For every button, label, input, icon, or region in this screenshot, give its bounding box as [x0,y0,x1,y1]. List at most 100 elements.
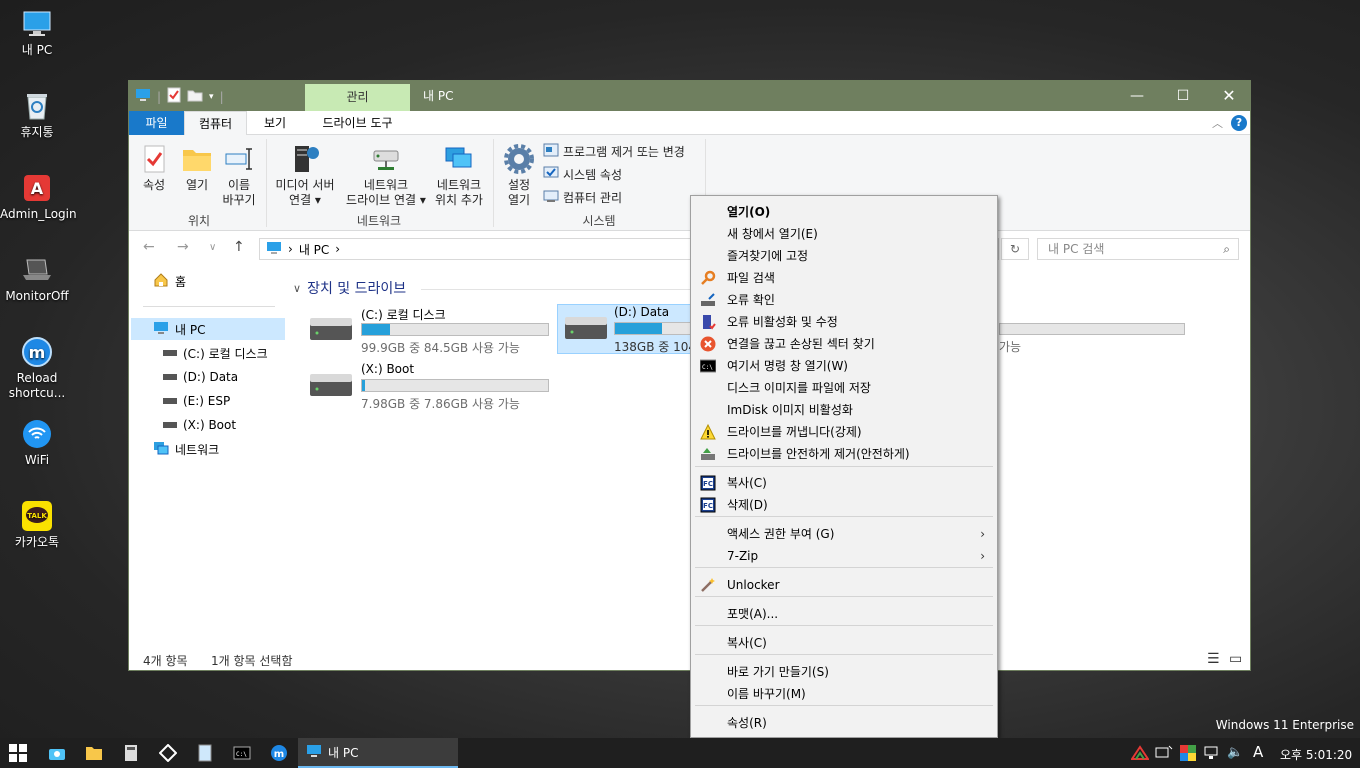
refresh-button[interactable]: ↻ [1001,238,1029,260]
context-menu-item[interactable]: 액세스 권한 부여 (G) › [691,523,997,545]
nav-item-drive-d[interactable]: (D:) Data [163,366,238,388]
network-tray-icon[interactable] [1203,744,1221,762]
open-button[interactable]: 열기 [177,143,217,193]
details-view-icon[interactable]: ☰ [1207,651,1220,667]
clock[interactable]: 오후 5:01:20 [1280,746,1352,763]
system-properties-button[interactable]: 시스템 속성 [543,166,622,183]
calculator-icon[interactable] [122,744,140,762]
nav-item-network[interactable]: 네트워크 [153,438,219,460]
context-menu-item[interactable]: 속성(R) [691,712,997,734]
context-menu-item[interactable]: 즐겨찾기에 고정 [691,245,997,267]
context-menu-item[interactable]: FC 삭제(D) [691,494,997,516]
context-menu-item[interactable]: 이름 바꾸기(M) [691,683,997,705]
tray-app-icon[interactable] [1130,744,1150,762]
context-menu-item[interactable]: 드라이브를 꺼냅니다(강제) [691,421,997,443]
desktop-icon-admin-login[interactable]: A Admin_Login [0,172,77,222]
tray-color-icon[interactable] [1179,744,1197,762]
drive-size: 138GB 중 104 [614,340,693,354]
map-network-drive-button[interactable]: 네트워크 드라이브 연결 ▾ [341,143,431,208]
context-menu-item[interactable]: C:\ 여기서 명령 창 열기(W) [691,355,997,377]
admin-app-icon: A [21,172,53,204]
notepad-icon[interactable] [196,744,214,762]
taskbar-app-this-pc[interactable]: 내 PC [298,738,458,768]
desktop-icon-recycle-bin[interactable]: 휴지통 [0,90,74,140]
context-menu-item[interactable]: 포맷(A)... [691,603,997,625]
tray-display-icon[interactable] [1155,744,1173,762]
nav-item-drive-x[interactable]: (X:) Boot [163,414,236,436]
reload-icon[interactable]: m [270,744,288,762]
help-icon[interactable]: ? [1231,115,1247,131]
context-menu-item[interactable]: ImDisk 이미지 비활성화 [691,399,997,421]
context-menu-item[interactable]: 복사(C) [691,632,997,654]
context-menu-item[interactable]: 드라이브를 안전하게 제거(안전하게) [691,443,997,465]
context-menu-item[interactable]: 파일 검색 [691,267,997,289]
media-server-button[interactable]: 미디어 서버 연결 ▾ [269,143,341,208]
tab-file[interactable]: 파일 [129,111,184,135]
file-explorer-icon[interactable] [85,744,103,762]
nav-item-home[interactable]: 홈 [153,270,186,292]
context-menu-item[interactable]: 오류 확인 [691,289,997,311]
home-icon [153,272,169,291]
nav-item-this-pc[interactable]: 내 PC [131,318,285,340]
search-icon: ⌕ [1223,242,1230,256]
fastcopy-icon: FC [700,475,716,491]
context-menu-item[interactable]: 새 창에서 열기(E) [691,223,997,245]
maximize-button[interactable]: ☐ [1160,81,1206,111]
reload-icon: m [21,336,53,368]
context-menu-label: 오류 비활성화 및 수정 [727,315,838,329]
desktop-icon-monitoroff[interactable]: MonitorOff [0,254,74,304]
back-arrow-icon[interactable]: ← [143,239,155,255]
ime-indicator[interactable]: A [1253,743,1263,761]
context-menu-item[interactable]: 오류 비활성화 및 수정 [691,311,997,333]
start-button[interactable] [9,744,27,762]
close-button[interactable]: ✕ [1206,81,1252,111]
drive-tile-x[interactable]: (X:) Boot 7.98GB 중 7.86GB 사용 가능 [309,362,559,411]
title-bar[interactable]: | ▾ | 관리 내 PC — ☐ ✕ [129,81,1250,111]
context-menu-item[interactable]: 바로 가기 만들기(S) [691,661,997,683]
forward-arrow-icon[interactable]: → [177,239,189,255]
snipping-icon[interactable] [158,743,178,763]
open-settings-button[interactable]: 설정 열기 [497,143,541,208]
cmd-icon[interactable]: C:\ [233,744,251,762]
nav-label: 네트워크 [175,442,220,457]
breadcrumb-this-pc[interactable]: 내 PC [299,241,329,258]
context-menu-item[interactable]: 열기(O) [691,201,997,223]
search-input[interactable]: 내 PC 검색 ⌕ [1037,238,1239,260]
drive-tile-d[interactable]: (D:) Data 138GB 중 104 [557,304,693,354]
desktop-icon-kakaotalk[interactable]: TALK 카카오톡 [0,500,74,550]
collapse-ribbon-icon[interactable]: ︿ [1212,115,1223,131]
context-menu-item[interactable]: 7-Zip › [691,545,997,567]
up-arrow-icon[interactable]: ↑ [233,239,245,255]
context-menu-item[interactable]: 연결을 끊고 손상된 섹터 찾기 [691,333,997,355]
desktop-icon-reload[interactable]: m Reload shortcu... [0,336,74,401]
new-folder-qa-icon[interactable] [187,88,203,105]
context-menu-item[interactable]: 디스크 이미지를 파일에 저장 [691,377,997,399]
camera-icon[interactable] [48,744,66,762]
nav-item-drive-c[interactable]: (C:) 로컬 디스크 [163,342,268,364]
computer-management-button[interactable]: 컴퓨터 관리 [543,189,622,206]
uninstall-program-button[interactable]: 프로그램 제거 또는 변경 [543,143,685,160]
minimize-button[interactable]: — [1114,81,1160,111]
add-network-location-button[interactable]: 네트워크 위치 추가 [431,143,487,208]
section-header[interactable]: ∨ 장치 및 드라이브 [293,278,406,298]
rename-button[interactable]: 이름 바꾸기 [219,143,259,208]
chevron-down-icon[interactable]: ▾ [209,92,214,102]
svg-text:A: A [31,179,44,198]
drive-name: (C:) 로컬 디스크 [361,308,446,322]
recent-locations-chevron-icon[interactable]: ∨ [209,242,216,253]
tab-drive-tools[interactable]: 드라이브 도구 [305,111,410,135]
tab-view[interactable]: 보기 [250,111,300,135]
volume-icon[interactable]: 🔈 [1227,745,1245,763]
properties-qa-icon[interactable] [167,87,181,106]
context-menu-item[interactable]: FC 복사(C) [691,472,997,494]
context-tab-manage[interactable]: 관리 [305,84,410,111]
properties-button[interactable]: 속성 [135,143,173,193]
nav-item-drive-e[interactable]: (E:) ESP [163,390,230,412]
large-icons-view-icon[interactable]: ▭ [1229,651,1242,667]
context-menu-item[interactable]: Unlocker [691,574,997,596]
tab-computer[interactable]: 컴퓨터 [184,111,247,135]
desktop-icon-wifi[interactable]: WiFi [0,418,74,468]
desktop-icon-this-pc[interactable]: 내 PC [0,8,74,58]
drive-usage-fill [615,323,662,334]
drive-tile-c[interactable]: (C:) 로컬 디스크 99.9GB 중 84.5GB 사용 가능 [309,306,559,355]
